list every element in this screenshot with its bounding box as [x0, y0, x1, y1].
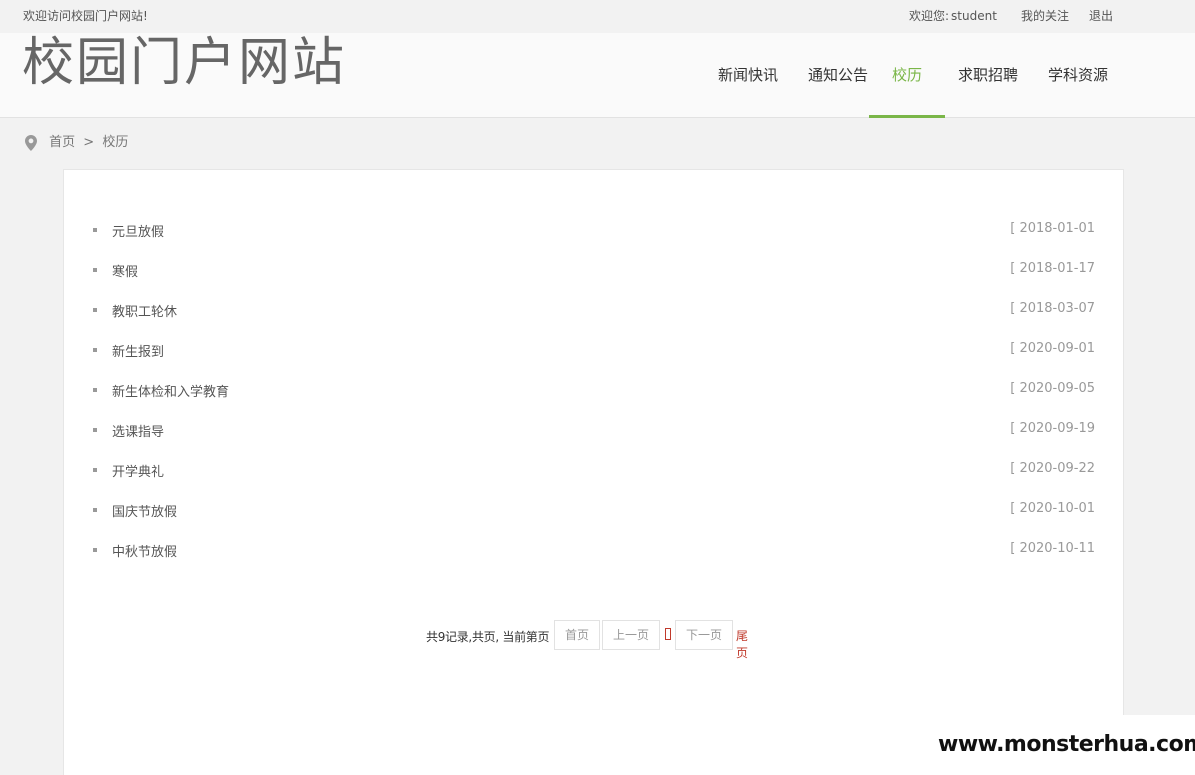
item-date: [ 2020-09-19: [1010, 421, 1095, 436]
breadcrumb-separator: >: [83, 135, 95, 150]
breadcrumb-home[interactable]: 首页: [49, 135, 75, 150]
item-title[interactable]: 元旦放假: [112, 221, 164, 240]
user-name[interactable]: student: [951, 9, 997, 23]
list-item[interactable]: 寒假 [ 2018-01-17: [64, 250, 1125, 290]
item-date: [ 2018-01-01: [1010, 221, 1095, 236]
list-item[interactable]: 选课指导 [ 2020-09-19: [64, 410, 1125, 450]
calendar-list: 元旦放假 [ 2018-01-01 寒假 [ 2018-01-17 教职工轮休 …: [64, 210, 1125, 570]
item-title[interactable]: 寒假: [112, 261, 138, 280]
list-item[interactable]: 国庆节放假 [ 2020-10-01: [64, 490, 1125, 530]
user-greeting-prefix: 欢迎您:: [909, 9, 950, 23]
item-date: [ 2018-03-07: [1010, 301, 1095, 316]
list-item[interactable]: 新生体检和入学教育 [ 2020-09-05: [64, 370, 1125, 410]
welcome-text: 欢迎访问校园门户网站!: [23, 9, 148, 23]
item-date: [ 2020-10-01: [1010, 501, 1095, 516]
bullet-icon: [93, 428, 97, 432]
location-pin-icon: [25, 134, 41, 152]
item-title[interactable]: 国庆节放假: [112, 501, 177, 520]
list-item[interactable]: 中秋节放假 [ 2020-10-11: [64, 530, 1125, 570]
watermark: www.monsterhua.com: [934, 715, 1195, 775]
nav-news[interactable]: 新闻快讯: [703, 33, 793, 118]
bullet-icon: [93, 468, 97, 472]
logout-link[interactable]: 退出: [1089, 7, 1113, 24]
bullet-icon: [93, 348, 97, 352]
site-header: 校园门户网站 新闻快讯 通知公告 校历 求职招聘 学科资源: [0, 33, 1195, 118]
watermark-text: www.monsterhua.com: [938, 732, 1195, 757]
item-date: [ 2020-09-22: [1010, 461, 1095, 476]
item-date: [ 2018-01-17: [1010, 261, 1095, 276]
my-favorites-link[interactable]: 我的关注: [1021, 7, 1069, 24]
bullet-icon: [93, 268, 97, 272]
bullet-icon: [93, 228, 97, 232]
current-page-indicator: [665, 628, 671, 640]
content-panel: 元旦放假 [ 2018-01-01 寒假 [ 2018-01-17 教职工轮休 …: [63, 169, 1124, 775]
list-item[interactable]: 元旦放假 [ 2018-01-01: [64, 210, 1125, 250]
site-title: 校园门户网站: [22, 33, 347, 93]
item-title[interactable]: 教职工轮休: [112, 301, 177, 320]
item-title[interactable]: 选课指导: [112, 421, 164, 440]
first-page-button[interactable]: 首页: [554, 620, 600, 650]
item-date: [ 2020-09-01: [1010, 341, 1095, 356]
item-title[interactable]: 中秋节放假: [112, 541, 177, 560]
pagination-summary: 共9记录,共页, 当前第页: [426, 630, 550, 644]
item-date: [ 2020-10-11: [1010, 541, 1095, 556]
prev-page-button[interactable]: 上一页: [602, 620, 660, 650]
bullet-icon: [93, 308, 97, 312]
bullet-icon: [93, 548, 97, 552]
item-title[interactable]: 新生报到: [112, 341, 164, 360]
user-greeting: 欢迎您: student: [909, 7, 997, 24]
list-item[interactable]: 新生报到 [ 2020-09-01: [64, 330, 1125, 370]
next-page-button[interactable]: 下一页: [675, 620, 733, 650]
last-page-link[interactable]: 尾页: [736, 627, 748, 661]
breadcrumb-current: 校历: [102, 135, 129, 150]
nav-jobs[interactable]: 求职招聘: [943, 33, 1033, 118]
bullet-icon: [93, 388, 97, 392]
nav-calendar[interactable]: 校历: [869, 33, 945, 118]
item-title[interactable]: 新生体检和入学教育: [112, 381, 229, 400]
nav-resources[interactable]: 学科资源: [1033, 33, 1123, 118]
breadcrumb: 首页 > 校历: [25, 134, 128, 152]
top-bar: 欢迎访问校园门户网站! 欢迎您: student 我的关注 退出: [0, 0, 1195, 33]
item-date: [ 2020-09-05: [1010, 381, 1095, 396]
item-title[interactable]: 开学典礼: [112, 461, 164, 480]
list-item[interactable]: 教职工轮休 [ 2018-03-07: [64, 290, 1125, 330]
bullet-icon: [93, 508, 97, 512]
list-item[interactable]: 开学典礼 [ 2020-09-22: [64, 450, 1125, 490]
